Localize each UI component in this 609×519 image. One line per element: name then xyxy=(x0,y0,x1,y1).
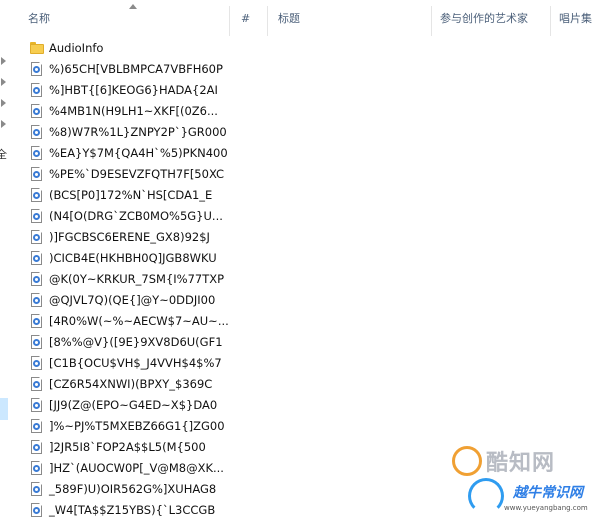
file-row[interactable]: )]FGCBSC6ERENE_GX8)92$J xyxy=(10,227,609,248)
file-explorer-window: 全 名称 # 标题 参与创作的艺术家 唱片集 AudioInfo %)65CH[V… xyxy=(0,0,609,519)
navigation-selected-item[interactable] xyxy=(0,398,8,420)
file-name: ]%~PJ%T5MXEBZ66G1{]ZG00 xyxy=(49,419,225,433)
audio-file-icon xyxy=(31,314,42,328)
file-row[interactable]: ]2JR5I8`FOP2A$$L5(M{500 xyxy=(10,437,609,458)
file-name: )]FGCBSC6ERENE_GX8)92$J xyxy=(49,230,210,244)
audio-file-icon xyxy=(31,335,42,349)
sort-ascending-icon xyxy=(128,4,138,10)
file-row[interactable]: %EA}Y$7M{QA4H`%5)PKN400 xyxy=(10,143,609,164)
audio-file-icon xyxy=(31,209,42,223)
audio-file-icon xyxy=(31,146,42,160)
audio-file-icon xyxy=(31,230,42,244)
file-row[interactable]: %PE%`D9ESEVZFQTH7F[50XC xyxy=(10,164,609,185)
audio-file-icon xyxy=(31,293,42,307)
audio-file-icon xyxy=(31,62,42,76)
file-row[interactable]: _W4[TA$$Z15YBS){`L3CCGB xyxy=(10,500,609,519)
file-name: )CICB4E(HKHBH0Q]JGB8WKU xyxy=(49,251,217,265)
file-row[interactable]: _589F)U)OIR562G%]XUHAG8 xyxy=(10,479,609,500)
column-header-artists[interactable]: 参与创作的艺术家 xyxy=(440,0,528,36)
column-divider[interactable] xyxy=(550,6,551,36)
folder-icon xyxy=(30,42,44,54)
audio-file-icon xyxy=(31,167,42,181)
navigation-item-label[interactable]: 全 xyxy=(0,146,7,162)
file-row[interactable]: [CZ6R54XNWI)(BPXY_$369C xyxy=(10,374,609,395)
audio-file-icon xyxy=(31,125,42,139)
file-row[interactable]: @QJVL7Q)(QE{]@Y~0DDJI00 xyxy=(10,290,609,311)
file-name: %EA}Y$7M{QA4H`%5)PKN400 xyxy=(49,146,228,160)
file-name: %PE%`D9ESEVZFQTH7F[50XC xyxy=(49,167,225,181)
column-divider[interactable] xyxy=(229,6,230,36)
expand-arrow-icon[interactable] xyxy=(0,56,8,66)
file-name: _W4[TA$$Z15YBS){`L3CCGB xyxy=(49,503,216,517)
audio-file-icon xyxy=(31,482,42,496)
file-name: %]HBT{[6]KEOG6}HADA{2AI xyxy=(49,83,218,97)
file-name: _589F)U)OIR562G%]XUHAG8 xyxy=(49,482,217,496)
folder-row[interactable]: AudioInfo xyxy=(10,38,609,59)
file-row[interactable]: (N4[O(DRG`ZCB0MO%5G}U... xyxy=(10,206,609,227)
file-name: ]2JR5I8`FOP2A$$L5(M{500 xyxy=(49,440,206,454)
audio-file-icon xyxy=(31,251,42,265)
column-header-bar: 名称 # 标题 参与创作的艺术家 唱片集 xyxy=(10,0,609,36)
expand-arrow-icon[interactable] xyxy=(0,98,8,108)
file-name: [CZ6R54XNWI)(BPXY_$369C xyxy=(49,377,213,391)
file-row[interactable]: )CICB4E(HKHBH0Q]JGB8WKU xyxy=(10,248,609,269)
column-header-title[interactable]: 标题 xyxy=(278,0,300,36)
column-header-album[interactable]: 唱片集 xyxy=(559,0,592,36)
audio-file-icon xyxy=(31,503,42,517)
expand-arrow-icon[interactable] xyxy=(0,119,8,129)
file-row[interactable]: %8)W7R%1L}ZNPY2P`}GR000 xyxy=(10,122,609,143)
file-name: [C1B{OCU$VH$_J4VVH$4$%7 xyxy=(49,356,222,370)
file-row[interactable]: %)65CH[VBLBMPCA7VBFH60P xyxy=(10,59,609,80)
file-name: %8)W7R%1L}ZNPY2P`}GR000 xyxy=(49,125,227,139)
file-name: @K(0Y~KRKUR_7SM{I%77TXP xyxy=(49,272,225,286)
file-row[interactable]: (BCS[P0]172%N`HS[CDA1_E xyxy=(10,185,609,206)
file-row[interactable]: [C1B{OCU$VH$_J4VVH$4$%7 xyxy=(10,353,609,374)
file-name: (N4[O(DRG`ZCB0MO%5G}U... xyxy=(49,209,223,223)
audio-file-icon xyxy=(31,83,42,97)
file-name: @QJVL7Q)(QE{]@Y~0DDJI00 xyxy=(49,293,216,307)
file-row[interactable]: %]HBT{[6]KEOG6}HADA{2AI xyxy=(10,80,609,101)
column-divider[interactable] xyxy=(267,6,268,36)
expand-arrow-icon[interactable] xyxy=(0,77,8,87)
audio-file-icon xyxy=(31,272,42,286)
file-name: AudioInfo xyxy=(49,41,104,55)
file-row[interactable]: [4R0%W(~%~AECW$7~AU~... xyxy=(10,311,609,332)
audio-file-icon xyxy=(31,419,42,433)
file-name: %)65CH[VBLBMPCA7VBFH60P xyxy=(49,62,223,76)
file-row[interactable]: %4MB1N(H9LH1~XKF[(0Z6... xyxy=(10,101,609,122)
file-name: [4R0%W(~%~AECW$7~AU~... xyxy=(49,314,229,328)
file-name: ]HZ`(AUOCW0P[_V@M8@XK... xyxy=(49,461,224,475)
column-divider[interactable] xyxy=(431,6,432,36)
file-row[interactable]: [JJ9(Z@(EPO~G4ED~X$}DA0 xyxy=(10,395,609,416)
file-row[interactable]: [8%%@V}([9E}9XV8D6U(GF1 xyxy=(10,332,609,353)
file-name: [JJ9(Z@(EPO~G4ED~X$}DA0 xyxy=(49,398,218,412)
audio-file-icon xyxy=(31,398,42,412)
file-row[interactable]: ]HZ`(AUOCW0P[_V@M8@XK... xyxy=(10,458,609,479)
file-name: (BCS[P0]172%N`HS[CDA1_E xyxy=(49,188,213,202)
audio-file-icon xyxy=(31,377,42,391)
audio-file-icon xyxy=(31,440,42,454)
audio-file-icon xyxy=(31,356,42,370)
column-header-name[interactable]: 名称 xyxy=(28,0,50,36)
audio-file-icon xyxy=(31,188,42,202)
audio-file-icon xyxy=(31,104,42,118)
audio-file-icon xyxy=(31,461,42,475)
file-name: %4MB1N(H9LH1~XKF[(0Z6... xyxy=(49,104,218,118)
column-header-number[interactable]: # xyxy=(241,0,250,36)
file-row[interactable]: ]%~PJ%T5MXEBZ66G1{]ZG00 xyxy=(10,416,609,437)
file-row[interactable]: @K(0Y~KRKUR_7SM{I%77TXP xyxy=(10,269,609,290)
file-name: [8%%@V}([9E}9XV8D6U(GF1 xyxy=(49,335,223,349)
navigation-pane-edge: 全 xyxy=(0,0,10,519)
